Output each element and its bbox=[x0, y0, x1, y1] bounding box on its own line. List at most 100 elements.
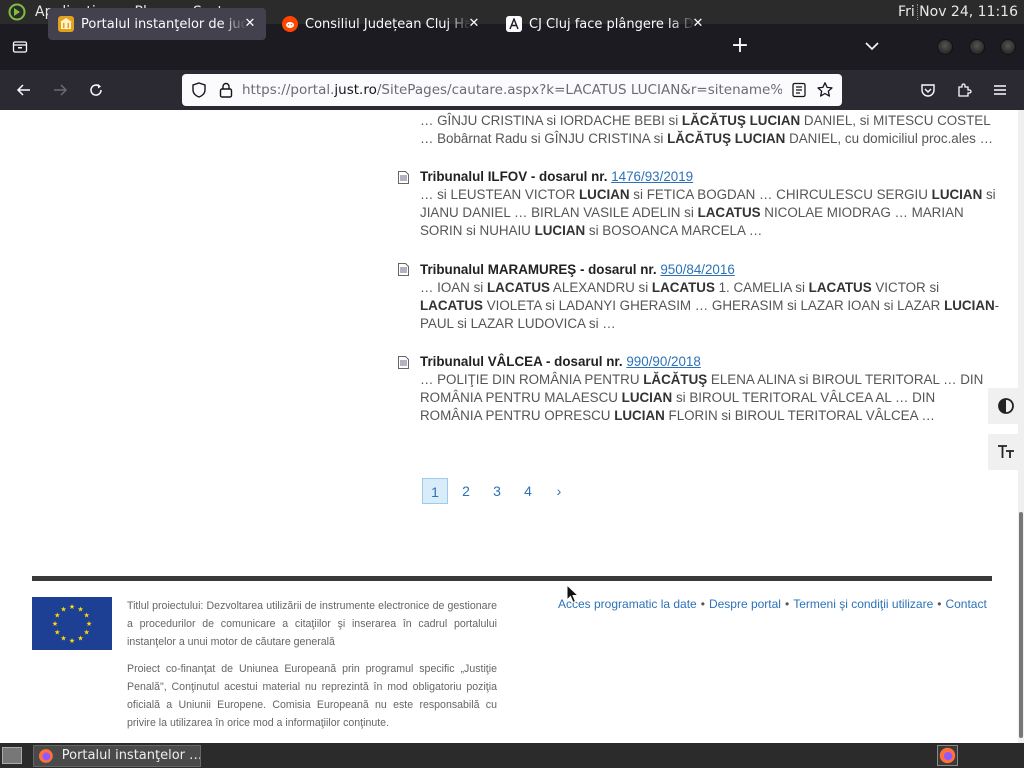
footer-divider bbox=[32, 576, 992, 581]
url-prefix: https://portal. bbox=[242, 82, 335, 98]
result-snippet: … GÎNJU CRISTINA si IORDACHE BEBI si LĂC… bbox=[420, 113, 993, 146]
footer-links: Acces programatic la date • Despre portal •… bbox=[558, 597, 987, 611]
pocket-icon bbox=[921, 84, 935, 97]
tab-close-icon[interactable]: ✕ bbox=[690, 16, 706, 32]
pocket-button[interactable] bbox=[916, 78, 940, 102]
tab-title: Consiliul Județean Cluj Hackathon bbox=[305, 16, 471, 32]
bottom-taskbar: Portalul instanţelor … bbox=[0, 743, 1024, 768]
tab-close-icon[interactable]: ✕ bbox=[242, 16, 258, 32]
about-portal-link[interactable]: Despre portal bbox=[709, 597, 781, 611]
link-separator: • bbox=[700, 597, 705, 611]
eu-star-icon: ★ bbox=[86, 620, 92, 628]
page-link-1[interactable]: 1 bbox=[422, 478, 448, 504]
contrast-icon bbox=[998, 398, 1014, 414]
eu-star-icon: ★ bbox=[69, 637, 75, 645]
page-link-4[interactable]: 4 bbox=[515, 478, 541, 504]
minimize-button[interactable] bbox=[937, 39, 953, 55]
search-result: Tribunalul ILFOV - dosarul nr. 1476/93/2… bbox=[420, 168, 1000, 240]
forward-button[interactable] bbox=[48, 78, 72, 102]
terms-link[interactable]: Termeni şi condiţii utilizare bbox=[793, 597, 933, 611]
page-link-2[interactable]: 2 bbox=[453, 478, 479, 504]
document-icon bbox=[398, 263, 409, 276]
link-separator: • bbox=[937, 597, 942, 611]
distro-logo-icon[interactable] bbox=[6, 1, 28, 23]
extensions-button[interactable] bbox=[952, 78, 976, 102]
taskbar-window-firefox[interactable]: Portalul instanţelor … bbox=[33, 745, 201, 767]
case-number-link[interactable]: 990/90/2018 bbox=[626, 354, 700, 369]
clock[interactable]: Fri Nov 24, 11:16 bbox=[898, 0, 1018, 24]
document-icon bbox=[398, 356, 409, 369]
firefox-view-button[interactable] bbox=[0, 24, 40, 70]
tab-title: CJ Cluj face plângere la DIICOT bbox=[529, 16, 695, 32]
result-heading: Tribunalul ILFOV - dosarul nr. 1476/93/2… bbox=[420, 168, 1000, 186]
reddit-icon bbox=[282, 16, 298, 32]
tab-court-portal[interactable]: Portalul instanţelor de judecată ✕ bbox=[48, 8, 266, 40]
court-name: Tribunalul ILFOV - dosarul nr. bbox=[420, 169, 608, 184]
firefox-icon bbox=[38, 749, 53, 763]
case-number-link[interactable]: 950/84/2016 bbox=[660, 262, 734, 277]
show-desktop-icon[interactable] bbox=[2, 747, 22, 764]
tab-article[interactable]: CJ Cluj face plângere la DIICOT ✕ bbox=[496, 8, 714, 40]
case-number-link[interactable]: 1476/93/2019 bbox=[611, 169, 693, 184]
scrollbar-thumb[interactable] bbox=[1019, 512, 1023, 738]
eu-star-icon: ★ bbox=[84, 629, 90, 637]
chevron-down-icon bbox=[865, 42, 879, 51]
firefox-view-icon bbox=[12, 41, 28, 53]
court-name: Tribunalul VÂLCEA - dosarul nr. bbox=[420, 354, 623, 369]
result-heading: Tribunalul MARAMUREŞ - dosarul nr. 950/8… bbox=[420, 261, 1000, 279]
maximize-button[interactable] bbox=[969, 39, 985, 55]
tracking-protection-shield-icon[interactable] bbox=[190, 81, 208, 103]
pagination: 1 2 3 4 › bbox=[422, 478, 577, 504]
search-result: Tribunalul MARAMUREŞ - dosarul nr. 950/8… bbox=[420, 261, 1000, 333]
list-all-tabs-button[interactable] bbox=[862, 36, 882, 56]
tray-firefox-icon[interactable] bbox=[937, 745, 958, 766]
eu-star-icon: ★ bbox=[60, 635, 66, 643]
arrow-right-icon bbox=[54, 84, 68, 96]
eu-star-icon: ★ bbox=[52, 620, 58, 628]
lock-icon[interactable] bbox=[218, 81, 234, 103]
result-snippet: … IOAN si LACATUS ALEXANDRU si LACATUS 1… bbox=[420, 280, 1000, 331]
url-suffix: /SitePages/cautare.aspx?k=LACATUS LUCIAN… bbox=[376, 82, 782, 98]
url-text[interactable]: https://portal.just.ro/SitePages/cautare… bbox=[242, 74, 782, 106]
search-result: … GÎNJU CRISTINA si IORDACHE BEBI si LĂC… bbox=[420, 112, 1000, 148]
close-window-button[interactable] bbox=[1000, 39, 1016, 55]
url-bar[interactable]: https://portal.just.ro/SitePages/cautare… bbox=[182, 74, 842, 106]
new-tab-button[interactable]: + bbox=[729, 35, 751, 57]
tab-close-icon[interactable]: ✕ bbox=[466, 16, 482, 32]
arrow-left-icon bbox=[16, 84, 30, 96]
next-page-link[interactable]: › bbox=[546, 478, 572, 504]
result-snippet: … si LEUSTEAN VICTOR LUCIAN si FETICA BO… bbox=[420, 187, 996, 238]
eu-flag-logo: ★ ★ ★ ★ ★ ★ ★ ★ ★ ★ ★ ★ bbox=[32, 597, 112, 650]
back-button[interactable] bbox=[12, 78, 36, 102]
funding-disclaimer-text: Proiect co-finanţat de Uniunea Europeană… bbox=[127, 663, 497, 729]
reload-icon bbox=[90, 84, 102, 96]
bookmark-star-icon[interactable] bbox=[816, 81, 834, 103]
url-domain: just.ro bbox=[334, 82, 377, 98]
eu-star-icon: ★ bbox=[54, 629, 60, 637]
article-icon bbox=[506, 16, 522, 32]
project-title-text: Titlul proiectului: Dezvoltarea utilizăr… bbox=[127, 600, 497, 648]
result-snippet: … POLIŢIE DIN ROMÂNIA PENTRU LĂCĂTUŞ ELE… bbox=[420, 372, 984, 423]
court-name: Tribunalul MARAMUREŞ - dosarul nr. bbox=[420, 262, 657, 277]
hamburger-menu-icon bbox=[994, 85, 1006, 95]
eu-star-icon: ★ bbox=[69, 603, 75, 611]
tab-title: Portalul instanţelor de judecată bbox=[81, 16, 247, 32]
text-size-icon bbox=[998, 445, 1014, 458]
result-heading: Tribunalul VÂLCEA - dosarul nr. 990/90/2… bbox=[420, 353, 1000, 371]
page-content: … GÎNJU CRISTINA si IORDACHE BEBI si LĂC… bbox=[0, 110, 1018, 743]
eu-star-icon: ★ bbox=[60, 605, 66, 613]
puzzle-icon bbox=[958, 83, 972, 97]
eu-star-icon: ★ bbox=[84, 612, 90, 620]
search-result: Tribunalul VÂLCEA - dosarul nr. 990/90/2… bbox=[420, 353, 1000, 425]
reload-button[interactable] bbox=[84, 78, 108, 102]
taskbar-window-title: Portalul instanţelor … bbox=[61, 748, 200, 763]
mouse-cursor-icon bbox=[566, 584, 580, 604]
app-menu-button[interactable] bbox=[988, 78, 1012, 102]
eu-star-icon: ★ bbox=[77, 635, 83, 643]
link-separator: • bbox=[784, 597, 790, 611]
court-portal-favicon bbox=[58, 16, 74, 32]
reader-view-icon[interactable] bbox=[790, 81, 808, 103]
tab-reddit[interactable]: Consiliul Județean Cluj Hackathon ✕ bbox=[272, 8, 490, 40]
contact-link[interactable]: Contact bbox=[945, 597, 986, 611]
page-link-3[interactable]: 3 bbox=[484, 478, 510, 504]
